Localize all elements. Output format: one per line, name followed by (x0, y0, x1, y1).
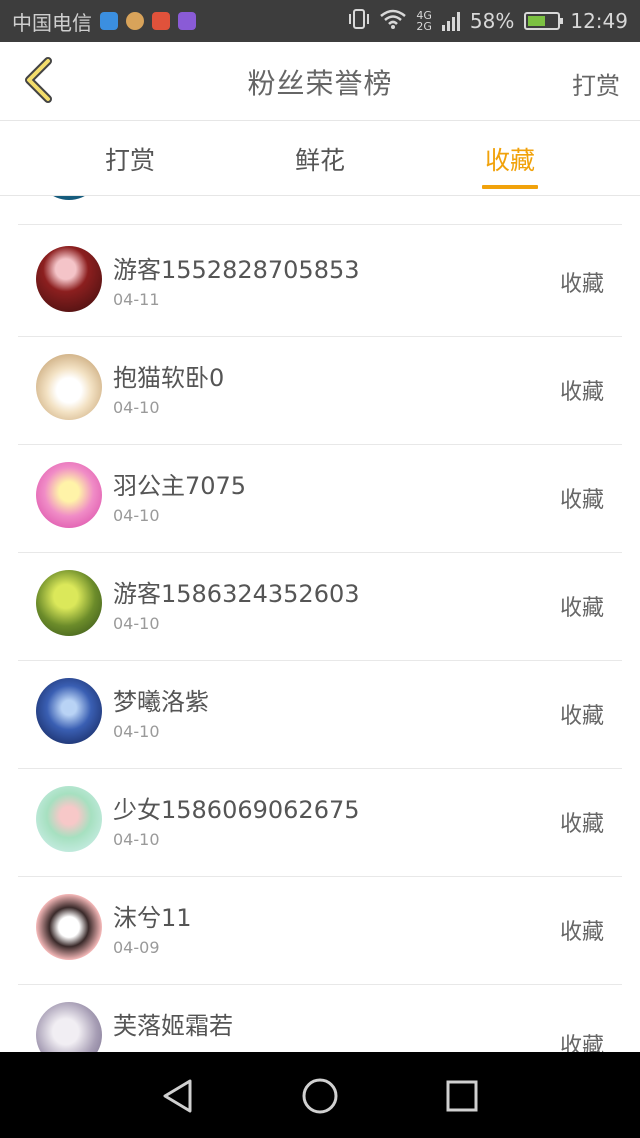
list-item-name: 羽公主7075 (113, 472, 247, 500)
nav-home-button[interactable] (300, 1076, 340, 1116)
triangle-back-icon (163, 1079, 192, 1113)
list-item-date: 04-09 (113, 938, 160, 957)
signal-icon (441, 11, 460, 31)
wifi-icon (380, 9, 407, 34)
avatar (36, 570, 102, 636)
app-bar: 粉丝荣誉榜 打赏 (0, 42, 640, 121)
list-item[interactable]: 羽公主7075 04-10 收藏 (18, 444, 622, 553)
list-item[interactable]: 游客1586324352603 04-10 收藏 (18, 552, 622, 661)
list-item-type: 收藏 (559, 920, 604, 945)
gallery-app-icon (178, 12, 196, 30)
fan-list: 04-11 游客1552828705853 04-11 收藏 抱猫软卧0 04-… (0, 196, 640, 1052)
list-item[interactable]: 少女1586069062675 04-10 收藏 (18, 768, 622, 877)
map-app-icon (100, 12, 118, 30)
avatar (36, 462, 102, 528)
list-item-date: 04-10 (113, 398, 160, 417)
avatar (36, 196, 102, 200)
list-item[interactable]: 抱猫软卧0 04-10 收藏 (18, 336, 622, 445)
list-item-date: 04-11 (113, 196, 160, 197)
list-item-date: 04-10 (113, 830, 160, 849)
square-recents-icon (446, 1080, 478, 1112)
list-item-name: 游客1552828705853 (113, 256, 360, 284)
clock: 12:49 (570, 9, 628, 33)
list-item-type: 收藏 (559, 1034, 604, 1052)
list-item-partial[interactable]: 04-11 (18, 196, 622, 225)
avatar (36, 1002, 102, 1052)
list-item-name: 少女1586069062675 (113, 796, 360, 824)
list-item-name: 抱猫软卧0 (113, 364, 225, 392)
circle-home-icon (302, 1078, 338, 1114)
network-2g-label: 2G (416, 20, 432, 33)
avatar (36, 786, 102, 852)
status-right: 4G 2G 58% 12:49 (348, 8, 628, 34)
list-item[interactable]: 游客1552828705853 04-11 收藏 (18, 228, 622, 337)
active-tab-indicator (482, 185, 538, 189)
avatar (36, 246, 102, 312)
list-item-date: 04-11 (113, 290, 160, 309)
list-item-date: 04-10 (113, 722, 160, 741)
list-item[interactable]: 芙落姬霜若 收藏 (18, 984, 622, 1052)
avatar (36, 678, 102, 744)
mail-app-icon (152, 12, 170, 30)
system-nav-bar (0, 1052, 640, 1138)
avatar (36, 894, 102, 960)
tip-action-button[interactable]: 打赏 (572, 66, 620, 101)
battery-percent: 58% (469, 9, 515, 33)
list-item-type: 收藏 (559, 380, 604, 405)
list-item-type: 收藏 (559, 812, 604, 837)
battery-icon (524, 12, 564, 30)
list-item-date: 04-10 (113, 614, 160, 633)
tab-tip[interactable]: 打赏 (70, 141, 190, 177)
tab-bar: 打赏 鲜花 收藏 (0, 121, 640, 196)
carrier-name: 中国电信 (12, 10, 92, 35)
cup-app-icon (126, 12, 144, 30)
list-item-name: 游客1586324352603 (113, 580, 360, 608)
list-item-type: 收藏 (559, 596, 604, 621)
list-item-name: 梦曦洛紫 (113, 688, 209, 716)
list-item-type: 收藏 (559, 704, 604, 729)
status-bar: 中国电信 4G 2G 58% 12:49 (0, 0, 640, 42)
avatar (36, 354, 102, 420)
vibrate-icon (348, 8, 370, 34)
list-item-type: 收藏 (559, 488, 604, 513)
network-type: 4G 2G (416, 10, 432, 32)
nav-back-button[interactable] (158, 1076, 198, 1116)
nav-recents-button[interactable] (442, 1076, 482, 1116)
list-item[interactable]: 沫兮11 04-09 收藏 (18, 876, 622, 985)
tab-favorites[interactable]: 收藏 (450, 141, 570, 177)
list-item-name: 沫兮11 (113, 904, 192, 932)
list-item-name: 芙落姬霜若 (113, 1012, 233, 1040)
list-item-type: 收藏 (559, 272, 604, 297)
status-left: 中国电信 (12, 8, 196, 35)
page-title: 粉丝荣誉榜 (247, 67, 393, 100)
list-item-date: 04-10 (113, 506, 160, 525)
tab-flowers[interactable]: 鲜花 (260, 141, 380, 177)
list-item[interactable]: 梦曦洛紫 04-10 收藏 (18, 660, 622, 769)
